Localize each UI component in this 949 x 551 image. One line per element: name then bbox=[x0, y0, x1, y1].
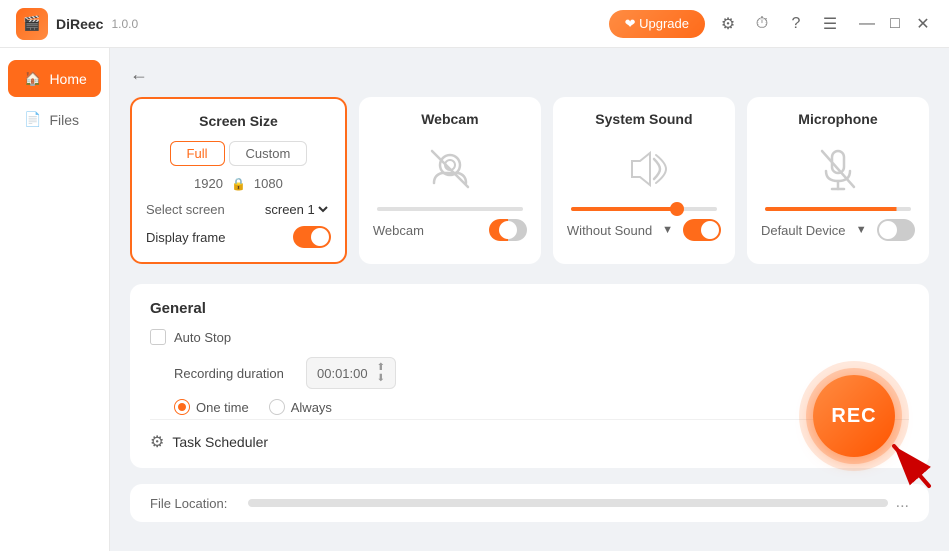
auto-stop-row: Auto Stop bbox=[150, 329, 909, 345]
duration-spinners[interactable]: ⬆⬇ bbox=[377, 362, 385, 384]
logo-icon: 🎬 bbox=[23, 15, 40, 32]
sidebar: 🏠 Home 📄 Files bbox=[0, 48, 110, 551]
screen-size-title: Screen Size bbox=[146, 113, 331, 129]
upgrade-button[interactable]: ❤ Upgrade bbox=[609, 10, 705, 38]
task-scheduler-label: Task Scheduler bbox=[172, 434, 268, 450]
file-more-button[interactable]: ... bbox=[896, 494, 909, 512]
auto-stop-checkbox[interactable] bbox=[150, 329, 166, 345]
recording-duration-label: Recording duration bbox=[174, 366, 294, 381]
rec-container: REC bbox=[799, 361, 909, 471]
height-value: 1080 bbox=[254, 176, 283, 191]
general-title: General bbox=[150, 300, 909, 317]
radio-always[interactable]: Always bbox=[269, 399, 332, 415]
webcam-icon bbox=[424, 143, 476, 195]
sidebar-item-home[interactable]: 🏠 Home bbox=[8, 60, 101, 97]
rec-button[interactable]: REC bbox=[813, 375, 895, 457]
system-sound-toggle[interactable] bbox=[683, 219, 721, 241]
files-icon: 📄 bbox=[24, 111, 41, 128]
sound-slider-thumb bbox=[670, 202, 684, 216]
microphone-card: Microphone Default Device ▼ bbox=[747, 97, 929, 264]
microphone-icon-wrap bbox=[761, 139, 915, 199]
tab-custom[interactable]: Custom bbox=[229, 141, 308, 166]
app-logo: 🎬 bbox=[16, 8, 48, 40]
webcam-label: Webcam bbox=[373, 223, 424, 238]
one-time-label: One time bbox=[196, 400, 249, 415]
width-value: 1920 bbox=[194, 176, 223, 191]
webcam-slider[interactable] bbox=[377, 207, 523, 211]
always-label: Always bbox=[291, 400, 332, 415]
rec-arrow bbox=[879, 431, 939, 491]
back-button[interactable]: ← bbox=[130, 64, 148, 85]
webcam-toggle[interactable] bbox=[489, 219, 527, 241]
minimize-button[interactable]: — bbox=[857, 14, 877, 34]
select-screen-row: Select screen screen 1 screen 2 bbox=[146, 201, 331, 218]
file-location-row: File Location: ... bbox=[130, 484, 929, 522]
sound-dropdown-icon[interactable]: ▼ bbox=[662, 224, 673, 236]
radio-one-time-circle bbox=[174, 399, 190, 415]
webcam-footer: Webcam bbox=[373, 219, 527, 241]
microphone-footer: Default Device ▼ bbox=[761, 219, 915, 241]
timer-icon[interactable]: ⏱ bbox=[751, 13, 773, 35]
system-sound-card: System Sound Without Sound ▼ bbox=[553, 97, 735, 264]
menu-icon[interactable]: ☰ bbox=[819, 13, 841, 35]
sound-slider-row bbox=[567, 207, 721, 211]
mic-slider-row bbox=[761, 207, 915, 211]
display-frame-toggle[interactable] bbox=[293, 226, 331, 248]
content-area: ← Screen Size Full Custom 1920 🔒 1080 Se… bbox=[110, 48, 949, 551]
title-bar: 🎬 DiReec 1.0.0 ❤ Upgrade ⚙ ⏱ ? ☰ — □ ✕ bbox=[0, 0, 949, 48]
app-name: DiReec bbox=[56, 16, 103, 32]
sound-icon bbox=[618, 143, 670, 195]
maximize-button[interactable]: □ bbox=[885, 14, 905, 34]
webcam-title: Webcam bbox=[373, 111, 527, 127]
cards-row: Screen Size Full Custom 1920 🔒 1080 Sele… bbox=[130, 97, 929, 264]
system-sound-title: System Sound bbox=[567, 111, 721, 127]
tab-full[interactable]: Full bbox=[170, 141, 225, 166]
sidebar-home-label: Home bbox=[49, 71, 86, 87]
display-frame-label: Display frame bbox=[146, 230, 225, 245]
resolution-row: 1920 🔒 1080 bbox=[146, 176, 331, 191]
screen-size-card: Screen Size Full Custom 1920 🔒 1080 Sele… bbox=[130, 97, 347, 264]
system-sound-footer: Without Sound ▼ bbox=[567, 219, 721, 241]
recording-duration-row: Recording duration 00:01:00 ⬆⬇ bbox=[150, 357, 909, 389]
sidebar-item-files[interactable]: 📄 Files bbox=[8, 101, 101, 138]
task-scheduler-icon: ⚙ bbox=[150, 432, 164, 452]
microphone-toggle[interactable] bbox=[877, 219, 915, 241]
home-icon: 🏠 bbox=[24, 70, 41, 87]
title-bar-left: 🎬 DiReec 1.0.0 bbox=[16, 8, 138, 40]
lock-icon: 🔒 bbox=[231, 177, 246, 191]
app-version: 1.0.0 bbox=[111, 17, 138, 31]
file-path bbox=[248, 499, 888, 507]
recording-duration-input[interactable]: 00:01:00 ⬆⬇ bbox=[306, 357, 396, 389]
microphone-title: Microphone bbox=[761, 111, 915, 127]
radio-one-time[interactable]: One time bbox=[174, 399, 249, 415]
close-button[interactable]: ✕ bbox=[913, 14, 933, 34]
radio-row: One time Always bbox=[150, 399, 909, 415]
main-layout: 🏠 Home 📄 Files ← Screen Size Full Custom… bbox=[0, 48, 949, 551]
mic-device-label: Default Device bbox=[761, 223, 846, 238]
microphone-icon bbox=[812, 143, 864, 195]
screen-size-tabs: Full Custom bbox=[146, 141, 331, 166]
mic-dropdown-icon[interactable]: ▼ bbox=[856, 224, 867, 236]
radio-always-circle bbox=[269, 399, 285, 415]
select-screen-label: Select screen bbox=[146, 202, 225, 217]
task-scheduler-row[interactable]: ⚙ Task Scheduler bbox=[150, 419, 909, 452]
sound-slider[interactable] bbox=[571, 207, 717, 211]
title-bar-right: ❤ Upgrade ⚙ ⏱ ? ☰ — □ ✕ bbox=[609, 10, 933, 38]
auto-stop-label: Auto Stop bbox=[174, 330, 231, 345]
webcam-card: Webcam Webcam bbox=[359, 97, 541, 264]
window-controls: — □ ✕ bbox=[857, 14, 933, 34]
help-icon[interactable]: ? bbox=[785, 13, 807, 35]
system-sound-icon-wrap bbox=[567, 139, 721, 199]
file-location-label: File Location: bbox=[150, 496, 240, 511]
webcam-slider-row bbox=[373, 207, 527, 211]
screen-select[interactable]: screen 1 screen 2 bbox=[261, 201, 331, 218]
sound-device-label: Without Sound bbox=[567, 223, 652, 238]
sidebar-files-label: Files bbox=[49, 112, 79, 128]
mic-slider[interactable] bbox=[765, 207, 911, 211]
settings-icon[interactable]: ⚙ bbox=[717, 13, 739, 35]
display-frame-row: Display frame bbox=[146, 226, 331, 248]
webcam-icon-wrap bbox=[373, 139, 527, 199]
duration-value: 00:01:00 bbox=[317, 366, 368, 381]
